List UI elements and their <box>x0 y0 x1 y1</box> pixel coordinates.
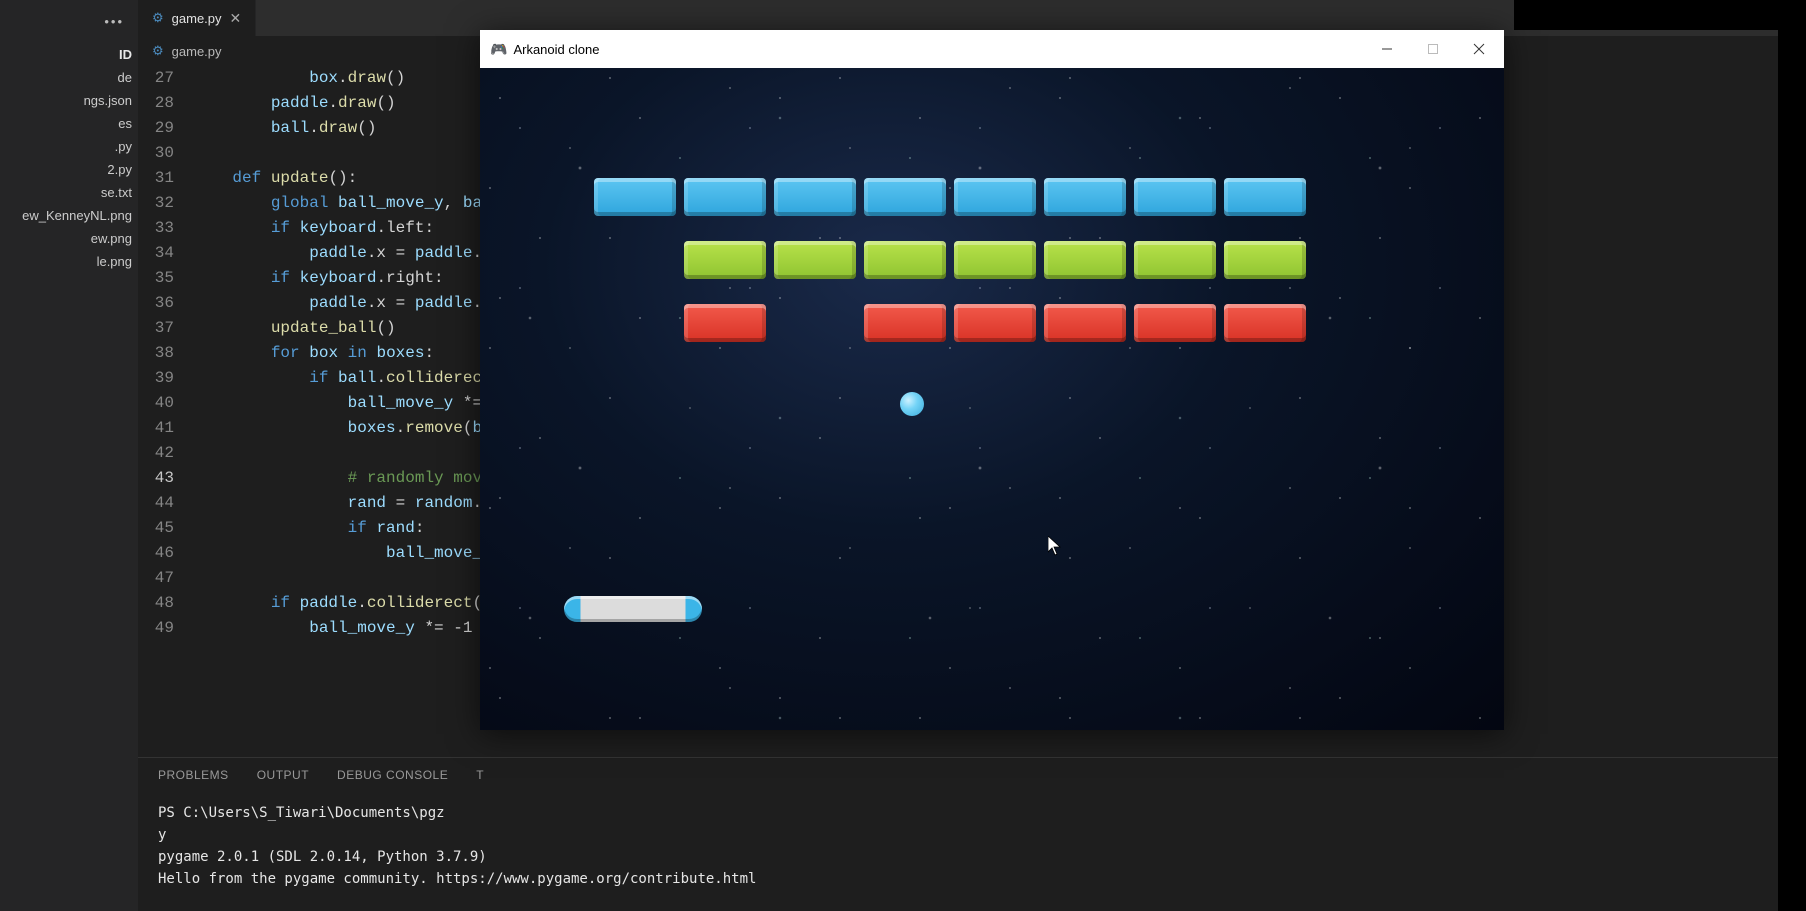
game-controller-icon: 🎮 <box>490 41 507 58</box>
brick-blue <box>1224 178 1306 216</box>
brick-green <box>1044 241 1126 279</box>
explorer-file[interactable]: ngs.json <box>0 89 138 112</box>
explorer-file[interactable]: es <box>0 112 138 135</box>
problems-tab[interactable]: PROBLEMS <box>158 768 229 782</box>
terminal[interactable]: PS C:\Users\S_Tiwari\Documents\pgzypygam… <box>138 788 1806 890</box>
explorer-file[interactable]: de <box>0 66 138 89</box>
close-button[interactable] <box>1456 30 1502 68</box>
brick-blue <box>864 178 946 216</box>
game-viewport <box>480 68 1504 730</box>
brick-green <box>864 241 946 279</box>
explorer-file[interactable]: le.png <box>0 250 138 273</box>
right-dark-strip <box>1778 0 1806 911</box>
explorer-file[interactable]: ew.png <box>0 227 138 250</box>
maximize-button[interactable] <box>1410 30 1456 68</box>
breadcrumb: ⚙ game.py <box>138 36 222 66</box>
minimize-button[interactable] <box>1364 30 1410 68</box>
tab-game-py[interactable]: ⚙ game.py ✕ <box>138 0 256 36</box>
explorer-file[interactable]: se.txt <box>0 181 138 204</box>
close-icon[interactable]: ✕ <box>230 10 242 27</box>
brick-blue <box>594 178 676 216</box>
debug-console-tab[interactable]: DEBUG CONSOLE <box>337 768 448 782</box>
ball <box>900 392 924 416</box>
breadcrumb-file[interactable]: game.py <box>172 44 222 59</box>
brick-red <box>1044 304 1126 342</box>
starfield-bg <box>480 68 1504 730</box>
brick-blue <box>954 178 1036 216</box>
paddle <box>564 596 702 622</box>
brick-blue <box>1134 178 1216 216</box>
brick-green <box>1224 241 1306 279</box>
right-dark-strip-top <box>1514 0 1806 30</box>
explorer-file[interactable]: 2.py <box>0 158 138 181</box>
explorer-file[interactable]: ew_KenneyNL.png <box>0 204 138 227</box>
bottom-panel: PROBLEMS OUTPUT DEBUG CONSOLE T PS C:\Us… <box>138 757 1806 911</box>
python-icon: ⚙ <box>152 10 164 26</box>
output-tab[interactable]: OUTPUT <box>257 768 309 782</box>
brick-red <box>864 304 946 342</box>
panel-tabs: PROBLEMS OUTPUT DEBUG CONSOLE T <box>138 758 1806 788</box>
python-icon: ⚙ <box>152 43 164 59</box>
game-window: 🎮 Arkanoid clone <box>480 30 1504 730</box>
brick-blue <box>684 178 766 216</box>
explorer-menu-icon[interactable]: ••• <box>0 8 138 43</box>
brick-green <box>1134 241 1216 279</box>
explorer-folder[interactable]: ID <box>0 43 138 66</box>
brick-red <box>684 304 766 342</box>
brick-red <box>1134 304 1216 342</box>
terminal-tab[interactable]: T <box>476 768 484 782</box>
brick-blue <box>1044 178 1126 216</box>
brick-green <box>684 241 766 279</box>
brick-green <box>774 241 856 279</box>
game-window-title: Arkanoid clone <box>513 42 599 57</box>
brick-red <box>1224 304 1306 342</box>
brick-red <box>954 304 1036 342</box>
explorer-panel: ••• ID dengs.jsones.py2.pyse.txtew_Kenne… <box>0 0 138 911</box>
explorer-file[interactable]: .py <box>0 135 138 158</box>
game-titlebar[interactable]: 🎮 Arkanoid clone <box>480 30 1504 68</box>
tab-label: game.py <box>172 11 222 26</box>
brick-blue <box>774 178 856 216</box>
brick-green <box>954 241 1036 279</box>
